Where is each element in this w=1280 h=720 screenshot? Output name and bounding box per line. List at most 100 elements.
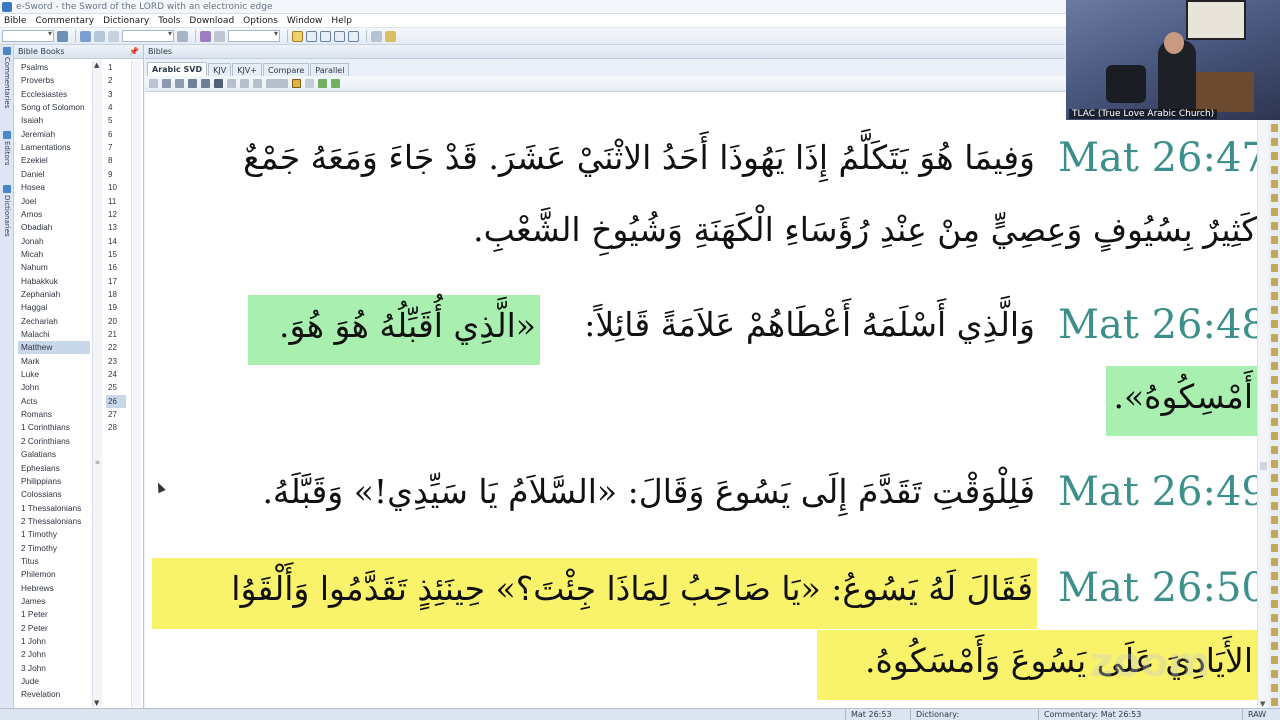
menu-bible[interactable]: Bible bbox=[4, 16, 26, 26]
chapter-item[interactable]: 17 bbox=[106, 275, 126, 288]
book-item[interactable]: Nahum bbox=[18, 261, 90, 274]
book-item[interactable]: Mark bbox=[18, 355, 90, 368]
side-tab-commentaries[interactable]: Commentaries bbox=[1, 47, 13, 111]
font-size-combo[interactable] bbox=[228, 29, 280, 42]
book-item[interactable]: 2 Thessalonians bbox=[18, 515, 90, 528]
chapter-list-scrollbar[interactable] bbox=[131, 61, 141, 707]
chapter-item[interactable]: 19 bbox=[106, 301, 126, 314]
copy-icon[interactable] bbox=[162, 79, 171, 88]
book-item[interactable]: Jude bbox=[18, 675, 90, 688]
book-item[interactable]: James bbox=[18, 595, 90, 608]
book-item[interactable]: John bbox=[18, 381, 90, 394]
undo-icon[interactable] bbox=[253, 79, 262, 88]
book-item[interactable]: Luke bbox=[18, 368, 90, 381]
chapter-item[interactable]: 25 bbox=[106, 381, 126, 394]
bible-text-view[interactable]: Mat 26:47 وَفِيمَا هُوَ يَتَكَلَّمُ إِذَ… bbox=[145, 92, 1257, 708]
side-tab-editors[interactable]: Editors bbox=[1, 131, 13, 171]
scroll-down-icon[interactable]: ▼ bbox=[94, 699, 99, 707]
chapter-item[interactable]: 26 bbox=[106, 394, 126, 408]
book-item[interactable]: Ecclesiastes bbox=[18, 88, 90, 101]
chapter-item[interactable]: 4 bbox=[106, 101, 126, 114]
book-item[interactable]: Isaiah bbox=[18, 114, 90, 127]
chapter-item[interactable]: 13 bbox=[106, 221, 126, 234]
book-item[interactable]: 3 John bbox=[18, 662, 90, 675]
chapter-item[interactable]: 3 bbox=[106, 88, 126, 101]
window-split-icon[interactable] bbox=[320, 30, 331, 42]
book-item[interactable]: Philemon bbox=[18, 568, 90, 581]
chapter-item[interactable]: 15 bbox=[106, 248, 126, 261]
book-item[interactable]: Habakkuk bbox=[18, 275, 90, 288]
chapter-item[interactable]: 16 bbox=[106, 261, 126, 274]
chapter-item[interactable]: 14 bbox=[106, 235, 126, 248]
book-item[interactable]: Micah bbox=[18, 248, 90, 261]
book-item[interactable]: Hebrews bbox=[18, 582, 90, 595]
chapter-item[interactable]: 7 bbox=[106, 141, 126, 154]
book-icon[interactable] bbox=[57, 30, 68, 42]
verse-reference[interactable]: Mat 26:49 bbox=[1058, 469, 1257, 515]
menu-help[interactable]: Help bbox=[331, 16, 352, 26]
side-tab-dictionaries[interactable]: Dictionaries bbox=[1, 185, 13, 247]
scroll-up-icon[interactable]: ▲ bbox=[94, 61, 99, 69]
book-item[interactable]: 1 Corinthians bbox=[18, 421, 90, 434]
book-item[interactable]: Malachi bbox=[18, 328, 90, 341]
chapter-item[interactable]: 2 bbox=[106, 74, 126, 87]
book-item[interactable]: Amos bbox=[18, 208, 90, 221]
bible-select-combo[interactable] bbox=[2, 29, 54, 42]
paste-icon[interactable] bbox=[240, 79, 249, 88]
book-item[interactable]: Matthew bbox=[18, 341, 90, 355]
chapter-item[interactable]: 24 bbox=[106, 368, 126, 381]
chapter-item[interactable]: 22 bbox=[106, 341, 126, 354]
chapter-item[interactable]: 12 bbox=[106, 208, 126, 221]
verse-reference[interactable]: Mat 26:48 bbox=[1058, 302, 1257, 348]
forward-arrow-icon[interactable] bbox=[94, 30, 105, 42]
cut-icon[interactable] bbox=[227, 79, 236, 88]
chapter-item[interactable]: 6 bbox=[106, 128, 126, 141]
menu-commentary[interactable]: Commentary bbox=[35, 16, 94, 26]
book-item[interactable]: Acts bbox=[18, 395, 90, 408]
chapter-item[interactable]: 28 bbox=[106, 421, 126, 434]
scroll-grip-icon[interactable]: ≡ bbox=[95, 459, 101, 466]
book-item[interactable]: Ephesians bbox=[18, 462, 90, 475]
zoom-icon[interactable] bbox=[292, 79, 301, 88]
book-item[interactable]: Titus bbox=[18, 555, 90, 568]
chapter-item[interactable]: 8 bbox=[106, 154, 126, 167]
book-item[interactable]: Galatians bbox=[18, 448, 90, 461]
window-split-icon[interactable] bbox=[306, 30, 317, 42]
tab-compare[interactable]: Compare bbox=[262, 63, 310, 76]
pin-icon[interactable]: 📌 bbox=[129, 47, 139, 56]
book-item[interactable]: Romans bbox=[18, 408, 90, 421]
book-item[interactable]: Daniel bbox=[18, 168, 90, 181]
book-item[interactable]: 1 Timothy bbox=[18, 528, 90, 541]
tab-kjv-plus[interactable]: KJV+ bbox=[232, 63, 262, 76]
verse-search-combo[interactable] bbox=[122, 29, 174, 42]
chapter-item[interactable]: 1 bbox=[106, 61, 126, 74]
find-icon[interactable] bbox=[188, 79, 197, 88]
book-list-scrollbar[interactable]: ▲ ≡ ▼ bbox=[92, 61, 102, 707]
chapter-item[interactable]: 21 bbox=[106, 328, 126, 341]
list-icon[interactable] bbox=[305, 79, 314, 88]
book-item[interactable]: Joel bbox=[18, 195, 90, 208]
book-item[interactable]: Obadiah bbox=[18, 221, 90, 234]
book-item[interactable]: Proverbs bbox=[18, 74, 90, 87]
book-item[interactable]: 2 John bbox=[18, 648, 90, 661]
export-icon[interactable] bbox=[385, 30, 396, 42]
menu-tools[interactable]: Tools bbox=[158, 16, 180, 26]
highlighter-icon[interactable] bbox=[200, 30, 211, 42]
window-split-icon[interactable] bbox=[348, 30, 359, 42]
delete-icon[interactable] bbox=[214, 79, 223, 88]
grid-icon[interactable] bbox=[371, 30, 382, 42]
book-item[interactable]: Ezekiel bbox=[18, 154, 90, 167]
book-item[interactable]: 2 Timothy bbox=[18, 542, 90, 555]
menu-dictionary[interactable]: Dictionary bbox=[103, 16, 149, 26]
play-icon[interactable] bbox=[149, 79, 158, 88]
book-item[interactable]: 1 John bbox=[18, 635, 90, 648]
book-item[interactable]: Philippians bbox=[18, 475, 90, 488]
verse-reference[interactable]: Mat 26:47 bbox=[1058, 135, 1257, 181]
book-item[interactable]: Song of Solomon bbox=[18, 101, 90, 114]
scroll-down-icon[interactable]: ▼ bbox=[1260, 700, 1265, 708]
book-item[interactable]: Zephaniah bbox=[18, 288, 90, 301]
book-item[interactable]: 1 Peter bbox=[18, 608, 90, 621]
eraser-icon[interactable] bbox=[214, 30, 225, 42]
scroll-thumb[interactable] bbox=[1260, 462, 1267, 470]
menu-options[interactable]: Options bbox=[243, 16, 278, 26]
